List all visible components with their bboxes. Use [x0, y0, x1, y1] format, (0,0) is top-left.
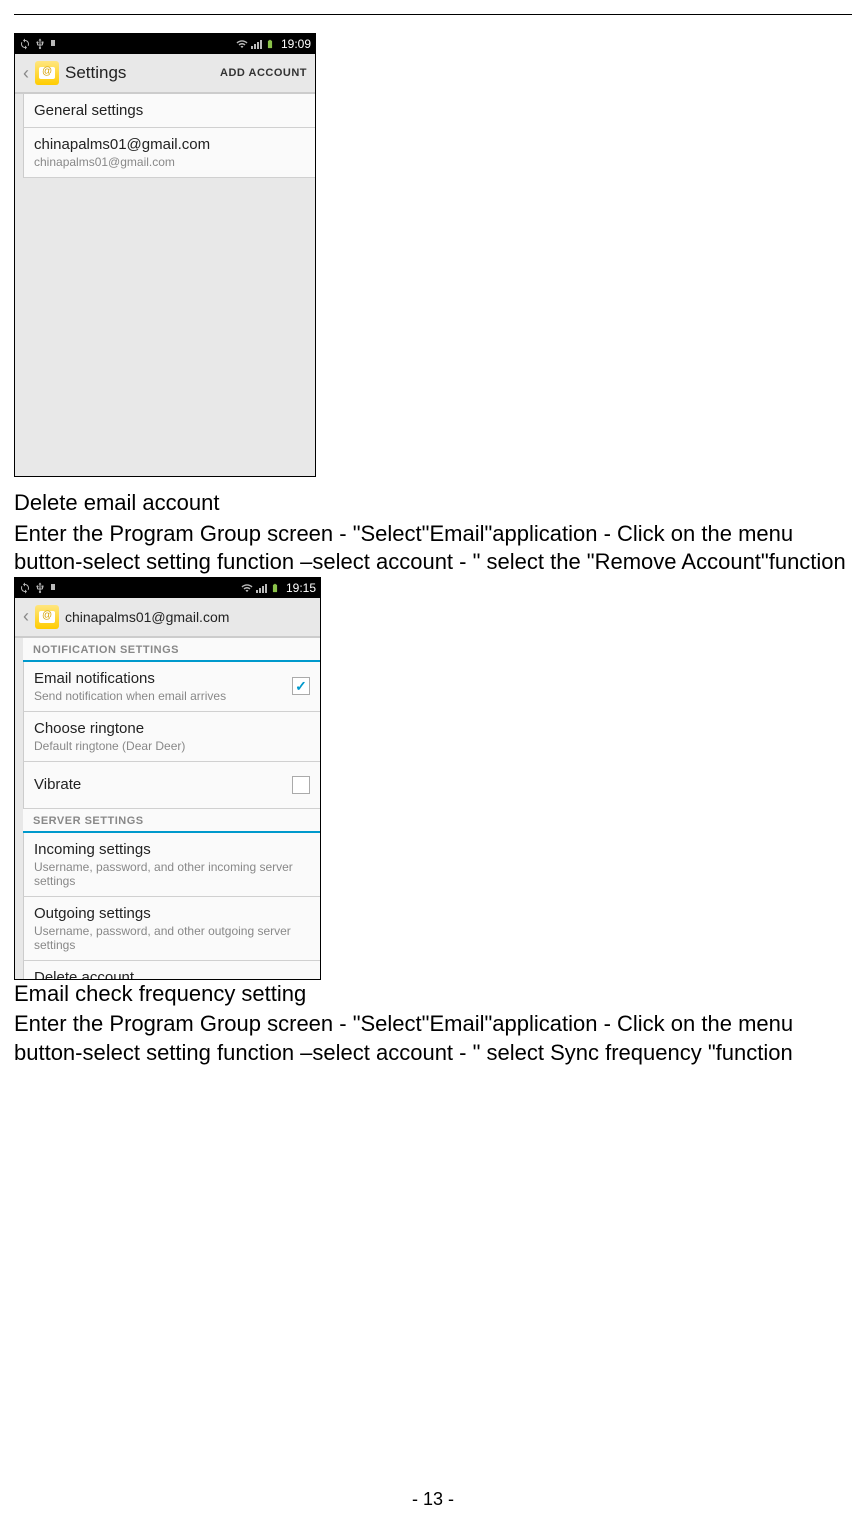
wifi-icon — [236, 38, 248, 50]
outgoing-sub: Username, password, and other outgoing s… — [34, 924, 310, 952]
notification-settings-header: NOTIFICATION SETTINGS — [23, 638, 320, 662]
usb-icon — [34, 582, 46, 594]
wifi-icon — [241, 582, 253, 594]
outgoing-settings-item[interactable]: Outgoing settings Username, password, an… — [23, 897, 320, 961]
account-title: chinapalms01@gmail.com — [34, 136, 305, 153]
vibrate-title: Vibrate — [34, 776, 81, 793]
ringtone-sub: Default ringtone (Dear Deer) — [34, 739, 310, 753]
battery-icon — [265, 38, 275, 50]
signal-icon — [251, 39, 262, 49]
add-account-button[interactable]: ADD ACCOUNT — [220, 67, 307, 79]
delete-email-heading: Delete email account — [14, 489, 852, 518]
server-settings-header: SERVER SETTINGS — [23, 809, 320, 833]
email-notif-title: Email notifications — [34, 670, 226, 687]
back-chevron-icon[interactable]: ‹ — [23, 606, 29, 627]
vibrate-item[interactable]: Vibrate — [23, 762, 320, 809]
ringtone-item[interactable]: Choose ringtone Default ringtone (Dear D… — [23, 712, 320, 762]
signal-icon — [256, 583, 267, 593]
sync-icon — [19, 38, 31, 50]
header-title: Settings — [65, 63, 126, 83]
account-item[interactable]: chinapalms01@gmail.com chinapalms01@gmai… — [23, 128, 315, 178]
empty-area — [15, 178, 315, 476]
email-notifications-item[interactable]: Email notifications Send notification wh… — [23, 662, 320, 712]
delete-account-item[interactable]: Delete account — [23, 961, 320, 979]
header-bar: ‹ Settings ADD ACCOUNT — [15, 54, 315, 94]
email-app-icon — [35, 61, 59, 85]
debug-icon — [49, 38, 61, 50]
check-icon: ✓ — [295, 678, 307, 695]
debug-icon — [49, 582, 61, 594]
email-app-icon — [35, 605, 59, 629]
usb-icon — [34, 38, 46, 50]
status-bar: 19:09 — [15, 34, 315, 54]
general-settings-item[interactable]: General settings — [23, 94, 315, 128]
header-bar-2: ‹ chinapalms01@gmail.com — [15, 598, 320, 638]
email-notif-sub: Send notification when email arrives — [34, 689, 226, 703]
top-divider — [14, 14, 852, 15]
page-number: - 13 - — [0, 1489, 866, 1510]
back-chevron-icon[interactable]: ‹ — [23, 63, 29, 84]
vibrate-checkbox[interactable] — [292, 776, 310, 794]
email-notif-checkbox[interactable]: ✓ — [292, 677, 310, 695]
delete-email-body: Enter the Program Group screen - "Select… — [14, 520, 852, 577]
status-bar-2: 19:15 — [15, 578, 320, 598]
ringtone-title: Choose ringtone — [34, 720, 310, 737]
general-settings-label: General settings — [34, 102, 305, 119]
email-freq-body: Enter the Program Group screen - "Select… — [14, 1010, 852, 1067]
screenshot-account-settings: 19:15 ‹ chinapalms01@gmail.com NOTIFICAT… — [14, 577, 321, 980]
screenshot-settings: 19:09 ‹ Settings ADD ACCOUNT General set… — [14, 33, 316, 477]
outgoing-title: Outgoing settings — [34, 905, 310, 922]
status-time: 19:09 — [281, 37, 311, 51]
header-title-2: chinapalms01@gmail.com — [65, 609, 229, 625]
email-freq-heading: Email check frequency setting — [14, 980, 852, 1009]
incoming-settings-item[interactable]: Incoming settings Username, password, an… — [23, 833, 320, 897]
status-time-2: 19:15 — [286, 581, 316, 595]
incoming-sub: Username, password, and other incoming s… — [34, 860, 310, 888]
account-sub: chinapalms01@gmail.com — [34, 155, 305, 169]
sync-icon — [19, 582, 31, 594]
battery-icon — [270, 582, 280, 594]
incoming-title: Incoming settings — [34, 841, 310, 858]
